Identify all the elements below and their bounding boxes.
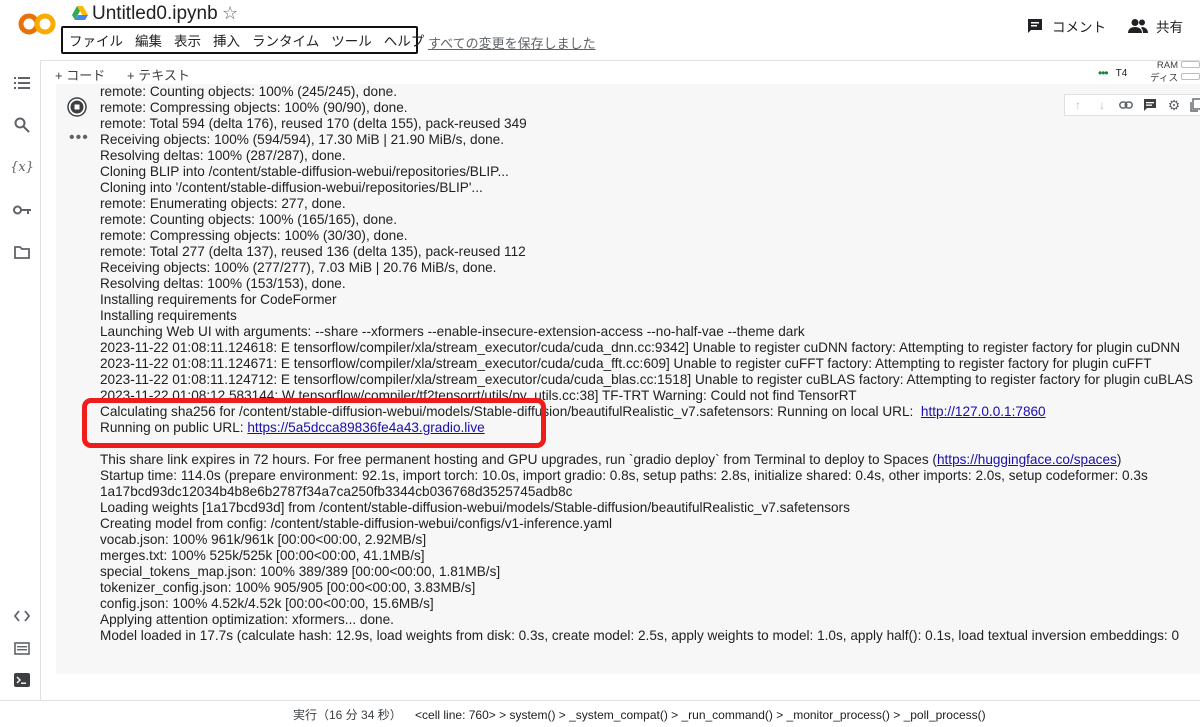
output-line: Startup time: 114.0s (prepare environmen…: [100, 468, 1148, 483]
arrow-down-icon[interactable]: ↓: [1095, 98, 1109, 112]
comment-cell-icon[interactable]: [1143, 98, 1157, 112]
share-line: This share link expires in 72 hours. For…: [100, 452, 1121, 468]
cell-output: remote: Counting objects: 100% (245/245)…: [100, 84, 1200, 674]
header: Untitled0.ipynb ☆ ファイル 編集 表示 挿入 ランタイム ツー…: [0, 0, 1200, 60]
output-line: 1a17bcd93dc12034b4b8e6b2787f34a7ca250fb3…: [100, 484, 573, 499]
output-line: Cloning into '/content/stable-diffusion-…: [100, 180, 483, 195]
share-line-text: This share link expires in 72 hours. For…: [100, 452, 937, 467]
output-line: Creating model from config: /content/sta…: [100, 516, 613, 531]
calc-line: Calculating sha256 for /content/stable-d…: [100, 404, 1046, 420]
public-url-label: Running on public URL:: [100, 420, 244, 435]
left-sidebar: {x}: [0, 60, 41, 700]
search-icon[interactable]: [13, 116, 31, 134]
key-icon[interactable]: [13, 201, 31, 219]
output-line: merges.txt: 100% 525k/525k [00:00<00:00,…: [100, 548, 425, 563]
toolbar: + コード + テキスト: [38, 60, 1200, 85]
output-line: Resolving deltas: 100% (287/287), done.: [100, 148, 346, 163]
folder-icon[interactable]: [13, 243, 31, 261]
output-line: Launching Web UI with arguments: --share…: [100, 324, 805, 339]
call-trace: <cell line: 760> > system() > _system_co…: [415, 708, 986, 722]
output-line: 2023-11-22 01:08:12.583144: W tensorflow…: [100, 388, 857, 403]
share-label: 共有: [1156, 20, 1183, 35]
command-palette-icon[interactable]: [13, 639, 31, 657]
menu-help[interactable]: ヘルプ: [384, 30, 425, 50]
menu-file[interactable]: ファイル: [69, 30, 123, 50]
menu-tools[interactable]: ツール: [331, 30, 372, 50]
resource-meter[interactable]: [1181, 61, 1200, 85]
output-line: remote: Counting objects: 100% (245/245)…: [100, 84, 397, 99]
output-line: Loading weights [1a17bcd93d] from /conte…: [100, 500, 850, 515]
output-line: Model loaded in 17.7s (calculate hash: 1…: [100, 628, 1180, 643]
output-line: Applying attention optimization: xformer…: [100, 612, 394, 627]
drive-icon: [72, 6, 88, 20]
save-status-link[interactable]: すべての変更を保存しました: [428, 33, 596, 52]
output-line: Resolving deltas: 100% (153/153), done.: [100, 276, 346, 291]
share-icon: [1128, 19, 1148, 33]
ram-bar: [1181, 61, 1200, 68]
output-line: Installing requirements for CodeFormer: [100, 292, 337, 307]
add-code-button[interactable]: + コード: [55, 65, 105, 84]
menu-view[interactable]: 表示: [174, 30, 201, 50]
output-line: remote: Counting objects: 100% (165/165)…: [100, 212, 397, 227]
output-line: remote: Compressing objects: 100% (30/30…: [100, 228, 408, 243]
comment-label: コメント: [1052, 20, 1106, 35]
arrow-up-icon[interactable]: ↑: [1071, 98, 1085, 112]
run-time: 実行（16 分 34 秒）: [293, 708, 402, 722]
output-line: 2023-11-22 01:08:11.124618: E tensorflow…: [100, 340, 1181, 355]
output-line: Cloning BLIP into /content/stable-diffus…: [100, 164, 509, 179]
terminal-icon[interactable]: [13, 671, 31, 689]
output-line: config.json: 100% 4.52k/4.52k [00:00<00:…: [100, 596, 434, 611]
menu-runtime[interactable]: ランタイム: [252, 30, 319, 50]
add-text-button[interactable]: + テキスト: [127, 65, 190, 84]
menu-insert[interactable]: 挿入: [213, 30, 240, 50]
output-line: Receiving objects: 100% (594/594), 17.30…: [100, 132, 505, 147]
settings-icon[interactable]: ⚙: [1167, 98, 1181, 112]
output-line: 2023-11-22 01:08:11.124712: E tensorflow…: [100, 372, 1193, 387]
public-url-line: Running on public URL: https://5a5dcca89…: [100, 420, 485, 436]
variables-icon[interactable]: {x}: [10, 158, 34, 176]
public-url-link[interactable]: https://5a5dcca89836fe4a43.gradio.live: [247, 420, 484, 435]
output-line: remote: Total 277 (delta 137), reused 13…: [100, 244, 526, 259]
star-icon[interactable]: ☆: [222, 3, 238, 24]
share-line-end: ): [1116, 452, 1122, 467]
stop-icon[interactable]: [67, 97, 87, 117]
output-line: vocab.json: 100% 961k/961k [00:00<00:00,…: [100, 532, 427, 547]
execution-status[interactable]: 実行（16 分 34 秒） <cell line: 760> > system(…: [293, 706, 986, 723]
output-line: Installing requirements: [100, 308, 237, 323]
menu-edit[interactable]: 編集: [135, 30, 162, 50]
notebook-title[interactable]: Untitled0.ipynb: [92, 3, 218, 25]
link-icon[interactable]: [1119, 98, 1133, 112]
status-bar: 実行（16 分 34 秒） <cell line: 760> > system(…: [0, 700, 1200, 727]
runtime-status[interactable]: ••• T4: [1098, 66, 1127, 80]
menu-bar: ファイル 編集 表示 挿入 ランタイム ツール ヘルプ: [61, 26, 424, 54]
output-line: 2023-11-22 01:08:11.124671: E tensorflow…: [100, 356, 1152, 371]
more-icon[interactable]: •••: [69, 130, 89, 146]
output-line: remote: Enumerating objects: 277, done.: [100, 196, 346, 211]
output-line: tokenizer_config.json: 100% 905/905 [00:…: [100, 580, 476, 595]
code-snippets-icon[interactable]: [13, 607, 31, 625]
disk-bar: [1181, 73, 1200, 80]
output-line: remote: Compressing objects: 100% (90/90…: [100, 100, 408, 115]
toc-icon[interactable]: [13, 74, 31, 92]
huggingface-spaces-link[interactable]: https://huggingface.co/spaces: [937, 452, 1117, 467]
output-line: special_tokens_map.json: 100% 389/389 [0…: [100, 564, 501, 579]
copy-icon[interactable]: [1189, 98, 1200, 112]
connected-indicator-icon: •••: [1098, 66, 1109, 80]
runtime-type: T4: [1115, 67, 1128, 79]
output-line: Receiving objects: 100% (277/277), 7.03 …: [100, 260, 497, 275]
ram-label: RAM: [1156, 60, 1178, 71]
cell-toolbar: ↑ ↓ ⚙: [1064, 94, 1200, 116]
share-button[interactable]: 共有: [1128, 16, 1183, 36]
comment-icon: [1028, 19, 1042, 33]
local-url-link[interactable]: http://127.0.0.1:7860: [921, 404, 1046, 419]
calc-line-text: Calculating sha256 for /content/stable-d…: [100, 404, 914, 419]
colab-logo[interactable]: [18, 10, 56, 38]
output-line: remote: Total 594 (delta 176), reused 17…: [100, 116, 527, 131]
comment-button[interactable]: コメント: [1026, 16, 1106, 36]
